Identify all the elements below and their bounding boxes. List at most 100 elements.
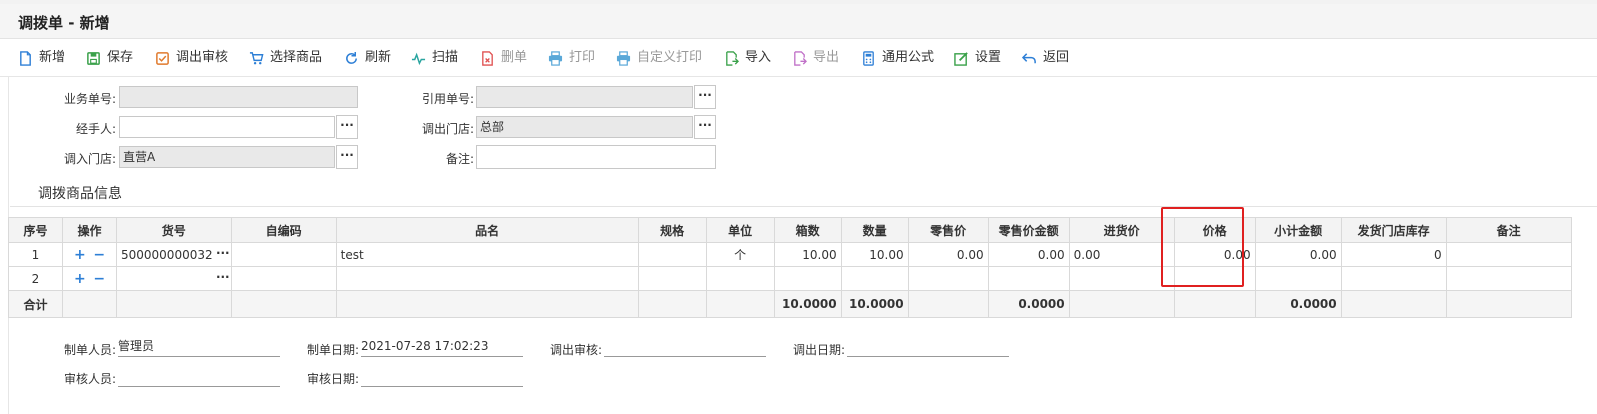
- total-empty: [1068, 290, 1175, 318]
- back-button[interactable]: 返回: [1022, 49, 1069, 67]
- total-boxes: 10.0000: [773, 290, 842, 318]
- total-empty: [705, 290, 775, 318]
- boxes-cell[interactable]: 10.00: [773, 242, 842, 267]
- formula-button[interactable]: 通用公式: [861, 49, 934, 67]
- scan-button[interactable]: 扫描: [411, 49, 458, 67]
- remove-row-icon[interactable]: −: [93, 271, 105, 287]
- code-picker-button[interactable]: ···: [216, 270, 230, 284]
- code-cell[interactable]: 500000000032 ···: [116, 242, 232, 267]
- add-row-icon[interactable]: +: [74, 271, 86, 287]
- import-button[interactable]: 导入: [724, 49, 771, 67]
- out-date-field[interactable]: [847, 338, 1009, 357]
- page-title: 调拨单 - 新增: [18, 14, 110, 32]
- cart-icon: [249, 51, 264, 64]
- price-cell[interactable]: [1173, 266, 1256, 291]
- remark-cell[interactable]: [1445, 266, 1572, 291]
- col-header[interactable]: 小计金额: [1254, 217, 1342, 243]
- remark-cell[interactable]: [1445, 242, 1572, 267]
- print-button[interactable]: 打印: [548, 49, 595, 67]
- out-store-field[interactable]: 总部: [476, 116, 693, 138]
- maker-field[interactable]: 管理员: [118, 338, 280, 357]
- custom-print-button[interactable]: 自定义打印: [616, 49, 702, 67]
- total-empty: [230, 290, 337, 318]
- table-row[interactable]: 2 + − ···: [8, 266, 1572, 291]
- col-header[interactable]: 发货门店库存: [1340, 217, 1447, 243]
- col-header[interactable]: 自编码: [230, 217, 337, 243]
- purchase-cell[interactable]: [1068, 266, 1175, 291]
- in-store-field[interactable]: 直营A: [119, 146, 335, 168]
- code-cell[interactable]: ···: [116, 266, 232, 291]
- custom-print-button-label: 自定义打印: [637, 50, 703, 65]
- qty-cell[interactable]: 10.00: [840, 242, 909, 267]
- col-header[interactable]: 品名: [335, 217, 639, 243]
- grid-header-row: 序号 操作 货号 自编码 品名 规格 单位 箱数 数量 零售价 零售价金额 进货…: [8, 217, 1572, 243]
- name-cell[interactable]: [335, 266, 639, 291]
- new-button[interactable]: 新增: [18, 49, 65, 67]
- code-picker-button[interactable]: ···: [216, 246, 230, 260]
- qty-cell[interactable]: [840, 266, 909, 291]
- make-date-field[interactable]: 2021-07-28 17:02:23: [361, 338, 523, 357]
- self-code-cell[interactable]: [230, 266, 337, 291]
- remove-row-icon[interactable]: −: [93, 247, 105, 263]
- add-row-icon[interactable]: +: [74, 247, 86, 263]
- audit-date-field[interactable]: [361, 368, 523, 387]
- total-subtotal: 0.0000: [1254, 290, 1342, 318]
- col-header[interactable]: 箱数: [773, 217, 842, 243]
- business-no-field[interactable]: [119, 86, 358, 108]
- subtotal-cell[interactable]: [1254, 266, 1342, 291]
- col-header[interactable]: 数量: [840, 217, 909, 243]
- retail-cell[interactable]: [907, 266, 989, 291]
- unit-cell[interactable]: 个: [705, 242, 775, 267]
- edit-settings-icon: [954, 51, 968, 66]
- pulse-icon: [411, 52, 426, 65]
- save-button[interactable]: 保存: [86, 49, 133, 67]
- retail-cell[interactable]: 0.00: [907, 242, 989, 267]
- out-audit-button[interactable]: 调出审核: [155, 49, 228, 67]
- audit-date-label: 审核日期:: [307, 372, 360, 386]
- select-goods-button[interactable]: 选择商品: [249, 49, 322, 67]
- col-header[interactable]: 操作: [62, 217, 117, 243]
- retail-amt-cell[interactable]: [987, 266, 1070, 291]
- business-no-label: 业务单号:: [63, 92, 116, 106]
- handler-picker-button[interactable]: ···: [336, 115, 358, 139]
- retail-amt-cell[interactable]: 0.00: [987, 242, 1070, 267]
- col-header[interactable]: 单位: [705, 217, 775, 243]
- auditor-field[interactable]: [118, 368, 280, 387]
- in-store-picker-button[interactable]: ···: [336, 145, 358, 169]
- settings-button[interactable]: 设置: [954, 49, 1001, 67]
- col-header[interactable]: 进货价: [1068, 217, 1175, 243]
- spec-cell[interactable]: [637, 242, 707, 267]
- price-cell[interactable]: 0.00: [1173, 242, 1256, 267]
- ref-no-picker-button[interactable]: ···: [694, 85, 716, 109]
- name-cell[interactable]: test: [335, 242, 639, 267]
- refresh-button[interactable]: 刷新: [344, 49, 391, 67]
- unit-cell[interactable]: [705, 266, 775, 291]
- export-button[interactable]: 导出: [792, 49, 839, 67]
- col-header[interactable]: 货号: [116, 217, 232, 243]
- out-store-picker-button[interactable]: ···: [694, 115, 716, 139]
- col-header[interactable]: 序号: [8, 217, 63, 243]
- col-header[interactable]: 零售价金额: [987, 217, 1070, 243]
- spec-cell[interactable]: [637, 266, 707, 291]
- handler-field[interactable]: [119, 116, 335, 138]
- boxes-cell[interactable]: [773, 266, 842, 291]
- out-audit-field[interactable]: [604, 338, 766, 357]
- col-header[interactable]: 零售价: [907, 217, 989, 243]
- remark-label: 备注:: [445, 152, 474, 166]
- delete-button[interactable]: 删单: [480, 49, 527, 67]
- col-header[interactable]: 价格: [1173, 217, 1256, 243]
- subtotal-cell[interactable]: 0.00: [1254, 242, 1342, 267]
- remark-field[interactable]: [476, 145, 716, 169]
- purchase-cell[interactable]: 0.00: [1068, 242, 1175, 267]
- col-header[interactable]: 规格: [637, 217, 707, 243]
- import-button-label: 导入: [745, 50, 772, 65]
- col-header[interactable]: 备注: [1445, 217, 1572, 243]
- table-row[interactable]: 1 + − 500000000032 ··· test 个 10.00 10.00…: [8, 242, 1572, 267]
- calculator-icon: [863, 50, 874, 66]
- out-date-label: 调出日期:: [793, 343, 846, 357]
- total-qty: 10.0000: [840, 290, 909, 318]
- new-file-icon: [20, 50, 31, 66]
- ref-no-field[interactable]: [476, 86, 693, 108]
- total-empty: [907, 290, 989, 318]
- self-code-cell[interactable]: [230, 242, 337, 267]
